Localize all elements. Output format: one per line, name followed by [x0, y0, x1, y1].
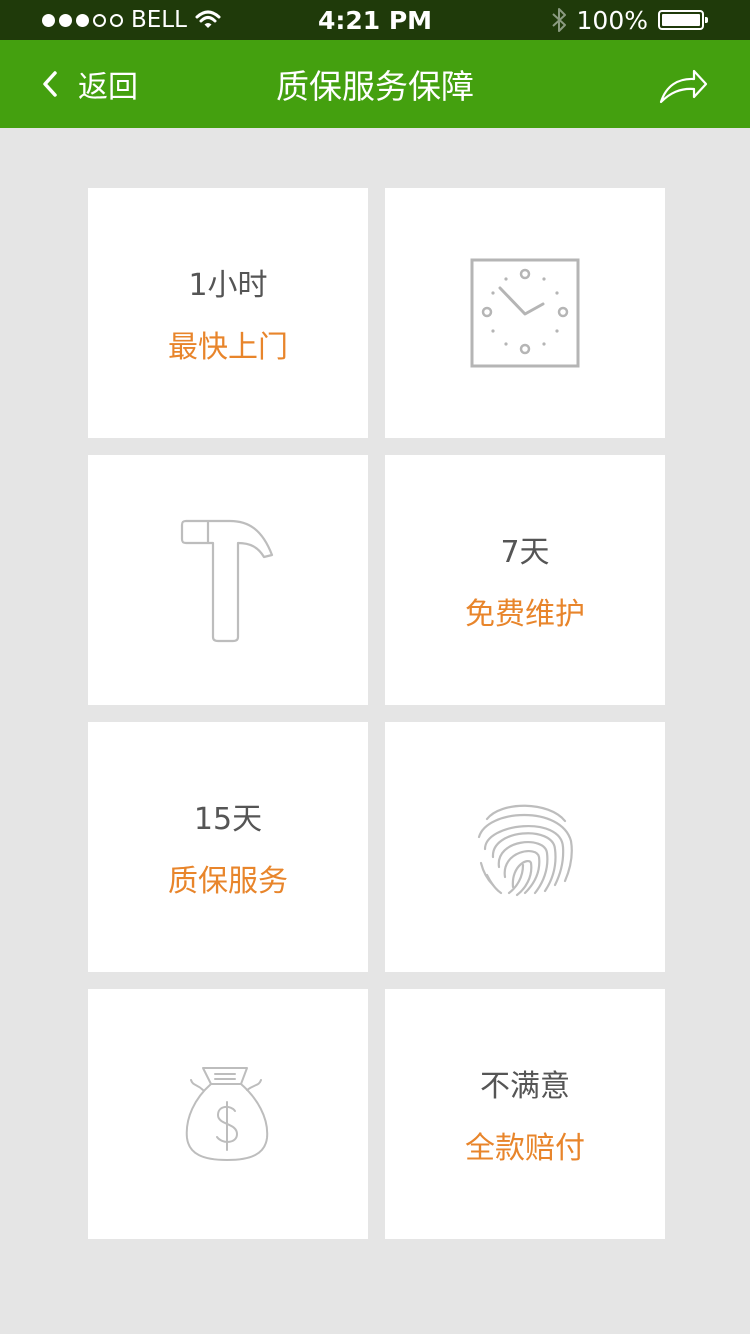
fingerprint-icon	[477, 804, 573, 897]
bluetooth-icon	[551, 8, 566, 32]
tile-fast-visit: 1小时 最快上门	[88, 188, 368, 438]
money-bag-icon	[185, 1067, 269, 1161]
chevron-left-icon	[43, 71, 57, 97]
tile-full-refund-bottom: 全款赔付	[465, 1131, 585, 1166]
tile-fingerprint	[385, 722, 665, 972]
tile-free-maintenance-bottom: 免费维护	[465, 597, 585, 632]
tile-warranty-service-bottom: 质保服务	[168, 864, 288, 899]
tile-free-maintenance: 7天 免费维护	[385, 455, 665, 705]
tile-money-bag	[88, 989, 368, 1239]
tile-fast-visit-top: 1小时	[188, 268, 268, 303]
tile-warranty-service: 15天 质保服务	[88, 722, 368, 972]
tile-warranty-service-top: 15天	[193, 802, 263, 837]
tile-hammer	[88, 455, 368, 705]
share-icon[interactable]	[658, 66, 708, 106]
tile-full-refund: 不满意 全款赔付	[385, 989, 665, 1239]
tile-fast-visit-bottom: 最快上门	[168, 330, 288, 365]
status-bar: BELL 4:21 PM 100%	[0, 0, 750, 40]
status-right: 100%	[551, 0, 708, 40]
nav-bar: 返回 质保服务保障	[0, 40, 750, 128]
tile-full-refund-top: 不满意	[480, 1069, 570, 1104]
battery-icon	[658, 10, 708, 30]
back-label: 返回	[78, 70, 138, 105]
tile-clock	[385, 188, 665, 438]
hammer-icon	[180, 519, 274, 643]
guarantee-grid: 1小时 最快上门 7天 免费维护 15天 质保服务 不满意 全款赔付	[88, 188, 665, 1239]
tile-free-maintenance-top: 7天	[500, 535, 550, 570]
clock-icon	[470, 258, 580, 368]
back-button[interactable]: 返回	[40, 40, 138, 128]
battery-percent: 100%	[576, 5, 648, 35]
